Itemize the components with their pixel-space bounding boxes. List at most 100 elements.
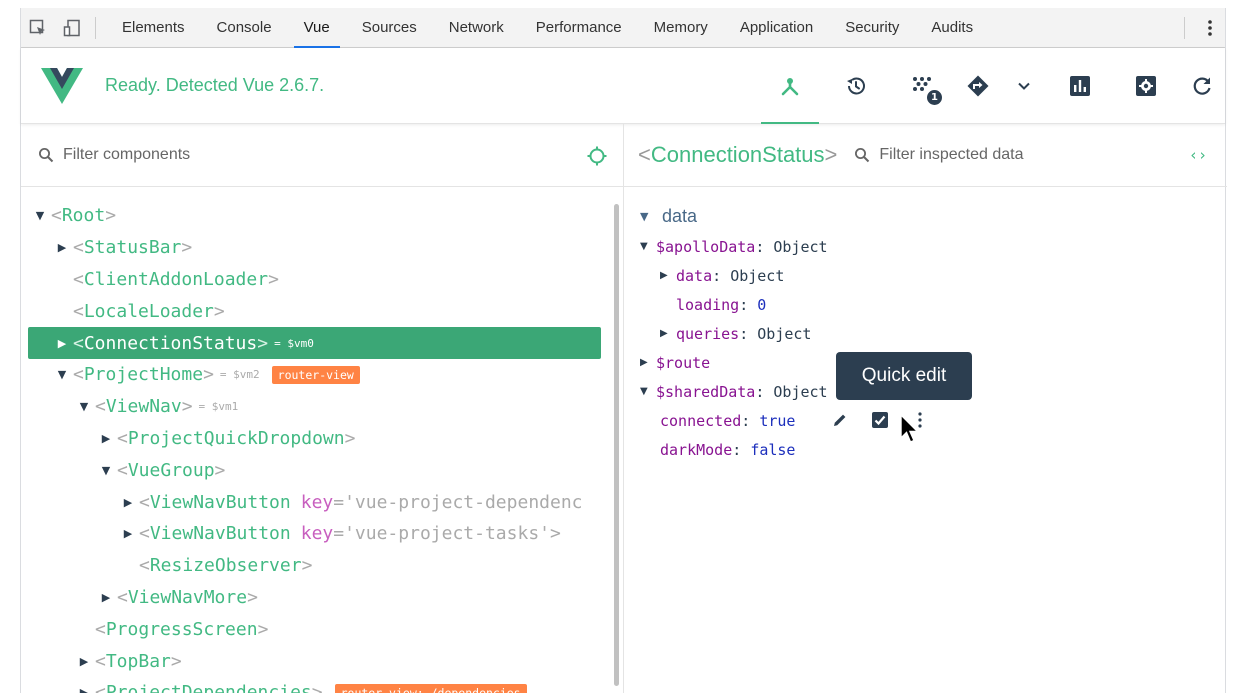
tree-node-viewnavmore[interactable]: ▶ < ViewNavMore > xyxy=(21,582,611,614)
more-options-icon[interactable] xyxy=(1195,19,1225,37)
component-name: LocaleLoader xyxy=(83,300,214,322)
edit-pencil-icon[interactable] xyxy=(820,408,860,432)
component-name: ResizeObserver xyxy=(149,555,302,577)
expand-arrow-icon[interactable]: ▼ xyxy=(51,368,73,381)
tree-node-viewnavbutton[interactable]: ▶ < ViewNavButton key ='vue-project-depend… xyxy=(21,486,611,518)
tab-audits[interactable]: Audits xyxy=(915,8,989,48)
expand-arrow-icon[interactable]: ▼ xyxy=(640,241,656,252)
data-key: connected xyxy=(660,411,742,430)
data-row-data[interactable]: ▶ data: Object xyxy=(640,261,1210,290)
mouse-cursor-icon xyxy=(900,414,920,443)
section-title: data xyxy=(662,205,698,226)
tab-security[interactable]: Security xyxy=(829,8,915,48)
collapse-arrow-icon[interactable]: ▶ xyxy=(95,591,117,604)
expand-arrow-icon[interactable]: ▼ xyxy=(95,464,117,477)
device-toolbar-icon[interactable] xyxy=(55,8,89,48)
data-value: true xyxy=(759,411,796,430)
performance-tab-button[interactable] xyxy=(1047,48,1113,124)
collapse-arrow-icon[interactable]: ▶ xyxy=(660,270,676,281)
tree-node-topbar[interactable]: ▶ < TopBar > xyxy=(21,645,611,677)
tab-memory[interactable]: Memory xyxy=(638,8,724,48)
tree-node-viewnavbutton[interactable]: ▶ < ViewNavButton key ='vue-project-tasks'… xyxy=(21,518,611,550)
data-value: false xyxy=(750,440,796,459)
data-key: $route xyxy=(656,353,711,372)
settings-tab-button[interactable] xyxy=(1113,48,1179,124)
data-section-header[interactable]: ▼ data xyxy=(640,200,1210,232)
chevron-down-icon xyxy=(1018,82,1030,90)
inspector-header: <ConnectionStatus> ‹› xyxy=(624,124,1227,187)
collapse-arrow-icon[interactable]: ▶ xyxy=(73,686,95,693)
component-name: ConnectionStatus xyxy=(83,332,258,354)
tab-performance[interactable]: Performance xyxy=(520,8,638,48)
collapse-arrow-icon[interactable]: ▶ xyxy=(73,655,95,668)
tree-node-progressscreen[interactable]: < ProgressScreen > xyxy=(21,613,611,645)
tree-scrollbar[interactable] xyxy=(614,204,619,686)
tree-node-clientaddonloader[interactable]: < ClientAddonLoader > xyxy=(21,264,611,296)
expand-arrow-icon[interactable]: ▼ xyxy=(640,386,656,397)
collapse-arrow-icon[interactable]: ▶ xyxy=(51,241,73,254)
events-count-badge: 1 xyxy=(927,90,942,105)
vue-toolbar-actions: 1 xyxy=(757,48,1225,124)
refresh-button[interactable] xyxy=(1179,48,1225,124)
collapse-arrow-icon[interactable]: ▶ xyxy=(95,432,117,445)
data-key: data xyxy=(676,266,713,285)
tab-console[interactable]: Console xyxy=(201,8,288,48)
tree-node-resizeobserver[interactable]: < ResizeObserver > xyxy=(21,550,611,582)
tree-node-root[interactable]: ▼ < Root > xyxy=(21,200,611,232)
tab-application[interactable]: Application xyxy=(724,8,829,48)
tree-node-projecthome[interactable]: ▼ < ProjectHome > = $vm2 router-view xyxy=(21,359,611,391)
data-row-queries[interactable]: ▶ queries: Object xyxy=(640,319,1210,348)
tree-node-localeloader[interactable]: < LocaleLoader > xyxy=(21,295,611,327)
bar-chart-icon xyxy=(1070,76,1090,96)
tree-node-vuegroup[interactable]: ▼ < VueGroup > xyxy=(21,454,611,486)
filter-inspected-data-input[interactable] xyxy=(879,146,1080,164)
component-name: Root xyxy=(61,205,106,227)
component-name: ClientAddonLoader xyxy=(83,268,269,290)
data-row-apollodata[interactable]: ▼ $apolloData: Object xyxy=(640,232,1210,261)
tab-sources[interactable]: Sources xyxy=(346,8,433,48)
tab-vue[interactable]: Vue xyxy=(288,8,346,48)
quick-edit-tooltip: Quick edit xyxy=(836,352,972,400)
collapse-arrow-icon[interactable]: ▶ xyxy=(117,496,139,509)
vue-status-text: Ready. Detected Vue 2.6.7. xyxy=(105,75,325,95)
data-key: loading xyxy=(676,295,740,314)
collapse-arrow-icon[interactable]: ▶ xyxy=(640,357,656,368)
collapse-arrow-icon[interactable]: ▶ xyxy=(117,527,139,540)
components-tab-button[interactable] xyxy=(757,48,823,124)
component-name: ViewNav xyxy=(105,396,182,418)
inspected-component-title: <ConnectionStatus> xyxy=(638,142,838,167)
collapse-arrow-icon[interactable]: ▶ xyxy=(51,337,73,350)
row-quick-actions xyxy=(820,408,940,432)
data-row-connected[interactable]: connected: true xyxy=(640,406,1210,435)
routing-menu-button[interactable] xyxy=(1001,48,1047,124)
search-icon xyxy=(37,146,55,164)
routing-tab-button[interactable] xyxy=(955,48,1001,124)
vuex-tab-button[interactable] xyxy=(823,48,889,124)
devtools-tab-bar: Elements Console Vue Sources Network Per… xyxy=(21,8,1225,48)
events-tab-button[interactable]: 1 xyxy=(889,48,955,124)
data-row-darkmode[interactable]: darkMode: false xyxy=(640,435,1210,464)
tree-node-viewnav[interactable]: ▼ < ViewNav > = $vm1 xyxy=(21,391,611,423)
tree-node-connectionstatus[interactable]: ▶ < ConnectionStatus > = $vm0 xyxy=(28,327,601,359)
prop-value: ='vue-project-dependenc xyxy=(333,491,583,513)
data-row-loading[interactable]: loading: 0 xyxy=(640,290,1210,319)
tab-elements[interactable]: Elements xyxy=(106,8,201,48)
tree-node-statusbar[interactable]: ▶ < StatusBar > xyxy=(21,232,611,264)
router-view-badge: router-view xyxy=(271,365,360,384)
tree-node-projectquickdropdown[interactable]: ▶ < ProjectQuickDropdown > xyxy=(21,423,611,455)
open-source-code-icon[interactable]: ‹› xyxy=(1189,146,1207,164)
vue-logo-icon xyxy=(41,67,83,104)
components-filter-bar xyxy=(21,124,623,187)
component-tree-icon xyxy=(781,78,799,96)
quick-edit-toggle-icon[interactable] xyxy=(860,408,900,432)
filter-components-input[interactable] xyxy=(63,146,423,164)
collapse-arrow-icon[interactable]: ▶ xyxy=(660,328,676,339)
tab-network[interactable]: Network xyxy=(433,8,520,48)
component-name: ProjectQuickDropdown xyxy=(127,427,345,449)
expand-arrow-icon[interactable]: ▼ xyxy=(640,210,662,223)
expand-arrow-icon[interactable]: ▼ xyxy=(73,400,95,413)
select-component-target-icon[interactable] xyxy=(585,144,609,168)
inspect-element-icon[interactable] xyxy=(21,8,55,48)
tree-node-projectdependencies[interactable]: ▶ < ProjectDependencies > router-view: /de… xyxy=(21,677,611,693)
expand-arrow-icon[interactable]: ▼ xyxy=(29,209,51,222)
